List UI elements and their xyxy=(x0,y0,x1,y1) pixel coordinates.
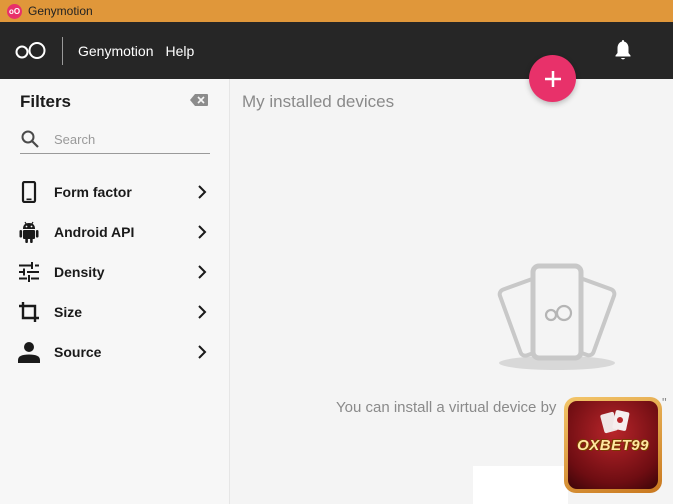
filter-label: Size xyxy=(54,304,83,320)
android-icon xyxy=(17,220,41,244)
window-title: Genymotion xyxy=(28,4,93,18)
filters-sidebar: Filters Form factor xyxy=(0,79,229,504)
tune-icon xyxy=(17,260,41,284)
empty-state-message-suffix: " xyxy=(662,395,667,410)
window-title-bar: oO Genymotion xyxy=(0,0,673,22)
filter-label: Android API xyxy=(54,224,135,240)
empty-state-message: You can install a virtual device by xyxy=(336,399,557,416)
chevron-right-icon xyxy=(198,345,207,359)
plus-icon xyxy=(544,70,561,87)
filter-size[interactable]: Size xyxy=(0,292,229,332)
filter-label: Density xyxy=(54,264,105,280)
nav-help[interactable]: Help xyxy=(165,43,194,59)
filter-form-factor[interactable]: Form factor xyxy=(0,172,229,212)
add-device-button[interactable] xyxy=(529,55,576,102)
search-input[interactable] xyxy=(54,129,204,149)
genymotion-logo[interactable] xyxy=(0,22,62,79)
search-icon xyxy=(21,130,39,148)
devices-illustration xyxy=(497,263,617,370)
promo-badge[interactable]: OXBET99 xyxy=(564,397,662,493)
chevron-right-icon xyxy=(198,185,207,199)
chevron-right-icon xyxy=(198,305,207,319)
promo-text: OXBET99 xyxy=(577,437,649,454)
filter-label: Source xyxy=(54,344,102,360)
filter-source[interactable]: Source xyxy=(0,332,229,372)
phone-icon xyxy=(17,180,41,204)
page-title: My installed devices xyxy=(242,92,395,111)
playing-cards-icon xyxy=(600,410,630,434)
backspace-icon[interactable] xyxy=(190,94,208,106)
genymotion-app-icon: oO xyxy=(7,3,22,19)
bell-icon[interactable] xyxy=(613,39,633,61)
filter-label: Form factor xyxy=(54,184,132,200)
filters-title: Filters xyxy=(20,92,72,111)
promo-badge-inner: OXBET99 xyxy=(568,401,658,489)
chevron-right-icon xyxy=(198,225,207,239)
filter-android-api[interactable]: Android API xyxy=(0,212,229,252)
chevron-right-icon xyxy=(198,265,207,279)
person-icon xyxy=(17,340,41,364)
overlay-patch xyxy=(473,466,568,504)
filter-density[interactable]: Density xyxy=(0,252,229,292)
crop-icon xyxy=(17,300,41,324)
header-divider xyxy=(62,36,63,65)
nav-genymotion[interactable]: Genymotion xyxy=(78,43,153,59)
search-box xyxy=(20,126,210,154)
